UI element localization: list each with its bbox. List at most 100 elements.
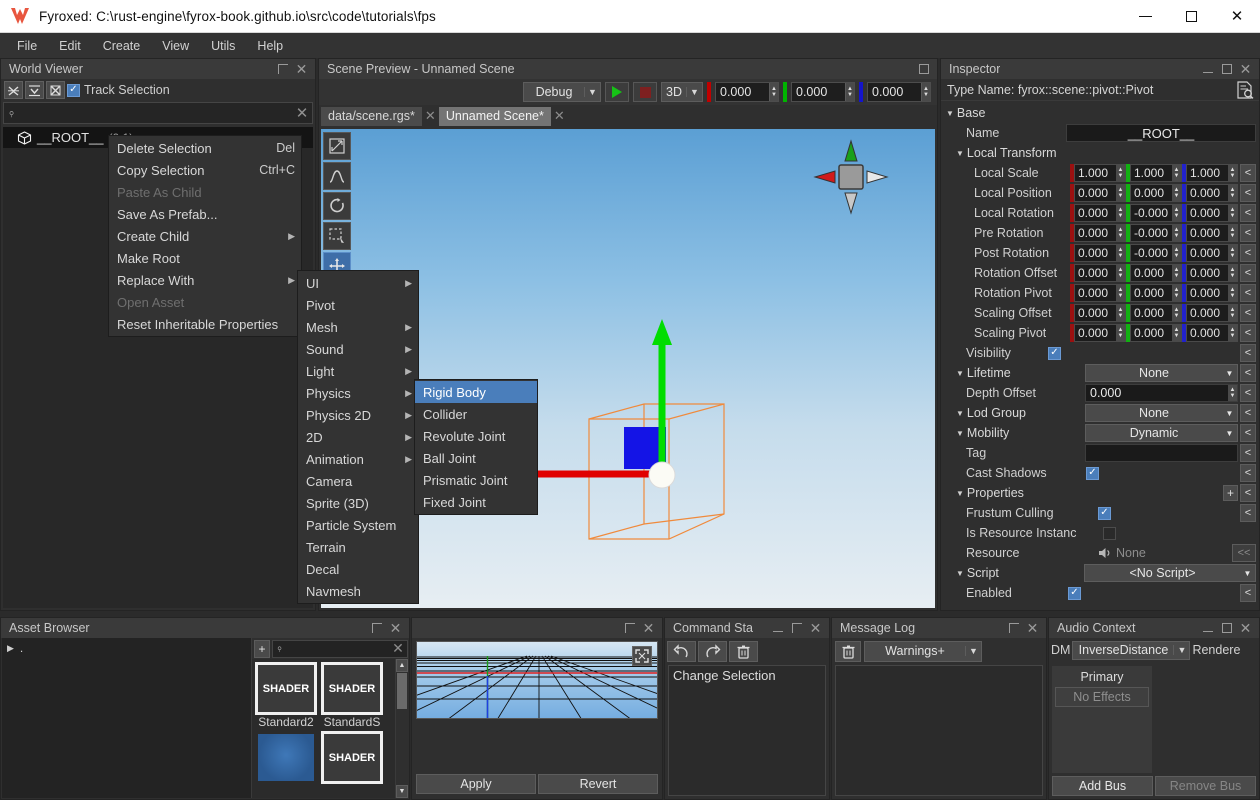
orientation-gizmo-icon[interactable] [811, 137, 891, 217]
redo-button[interactable] [698, 640, 727, 662]
clear-messages-button[interactable] [835, 640, 861, 662]
revert-button[interactable]: < [1240, 384, 1256, 402]
script-dropdown[interactable]: <No Script> ▼ [1084, 564, 1256, 582]
revert-button[interactable]: < [1240, 284, 1256, 302]
message-log-list[interactable] [835, 665, 1043, 796]
vec-x-input[interactable]: 1.000 ▲ ▼ [1074, 164, 1126, 182]
vec-z-input[interactable]: 0.000 ▲ ▼ [1186, 324, 1238, 342]
frustum-culling-checkbox[interactable]: ✓ [1098, 506, 1111, 520]
asset-search-input[interactable]: ⌕ ✕ [272, 639, 408, 658]
depth-offset-input[interactable]: 0.000 ▲ ▼ [1085, 384, 1238, 402]
group-mobility[interactable]: ▼ Mobility Dynamic ▼ < [942, 423, 1258, 443]
coord-x-field[interactable]: 0.000 ▲ ▼ [715, 82, 779, 102]
ctx-create-child[interactable]: Create Child ▶ [109, 225, 301, 247]
mobility-dropdown[interactable]: Dynamic ▼ [1085, 424, 1238, 442]
vec-x-input[interactable]: 0.000 ▲ ▼ [1074, 204, 1126, 222]
audio-context-close-button[interactable]: ✕ [1237, 620, 1254, 637]
submenu-item-ball-joint[interactable]: Ball Joint [415, 447, 537, 469]
locate-selection-button[interactable] [46, 81, 65, 99]
distance-model-dropdown[interactable]: InverseDistance ▼ [1072, 640, 1191, 660]
revert-button[interactable]: < [1240, 204, 1256, 222]
vec-y-input[interactable]: 0.000 ▲ ▼ [1130, 184, 1182, 202]
asset-browser-close-button[interactable]: ✕ [387, 620, 404, 637]
menu-create[interactable]: Create [92, 36, 152, 56]
command-stack-maximize-button[interactable] [788, 620, 805, 637]
scroll-up-icon[interactable]: ▲ [396, 659, 408, 672]
message-filter-dropdown[interactable]: Warnings+ ▼ [864, 640, 982, 662]
revert-button[interactable]: < [1240, 444, 1256, 462]
vec-y-input[interactable]: 0.000 ▲ ▼ [1130, 304, 1182, 322]
menu-edit[interactable]: Edit [48, 36, 92, 56]
group-lod-group[interactable]: ▼ Lod Group None ▼ < [942, 403, 1258, 423]
remove-bus-button[interactable]: Remove Bus [1155, 776, 1256, 796]
scene-tab-1[interactable]: Unnamed Scene* [438, 106, 551, 126]
revert-button[interactable]: < [1240, 364, 1256, 382]
menu-help[interactable]: Help [246, 36, 294, 56]
vec-z-input[interactable]: 0.000 ▲ ▼ [1186, 304, 1238, 322]
add-asset-button[interactable]: + [254, 639, 270, 658]
asset-item[interactable]: SHADER Standard2 [255, 662, 317, 729]
vec-z-input[interactable]: 0.000 ▲ ▼ [1186, 184, 1238, 202]
render-mode-dropdown[interactable]: Debug ▼ [523, 82, 601, 102]
vec-y-input[interactable]: -0.000 ▲ ▼ [1130, 224, 1182, 242]
revert-button[interactable]: < [1240, 504, 1256, 522]
scale-tool-button[interactable] [323, 162, 351, 190]
submenu-item-ui[interactable]: UI ▶ [298, 272, 418, 294]
select-rect-tool-button[interactable] [323, 222, 351, 250]
scene-tab-0[interactable]: data/scene.rgs* [321, 106, 422, 126]
rotate-tool-button[interactable] [323, 192, 351, 220]
audio-context-maximize-button[interactable] [1218, 620, 1235, 637]
vec-z-input[interactable]: 1.000 ▲ ▼ [1186, 164, 1238, 182]
group-lifetime[interactable]: ▼ Lifetime None ▼ < [942, 363, 1258, 383]
vec-x-input[interactable]: 0.000 ▲ ▼ [1074, 284, 1126, 302]
ctx-save-as-prefab[interactable]: Save As Prefab... [109, 203, 301, 225]
tag-input[interactable] [1085, 444, 1238, 462]
add-bus-button[interactable]: Add Bus [1052, 776, 1153, 796]
command-stack-close-button[interactable]: ✕ [807, 620, 824, 637]
revert-all-button[interactable]: << [1232, 544, 1256, 562]
group-script[interactable]: ▼ Script <No Script> ▼ [942, 563, 1258, 583]
vec-y-input[interactable]: 1.000 ▲ ▼ [1130, 164, 1182, 182]
window-minimize-button[interactable] [1122, 0, 1168, 33]
clear-command-stack-button[interactable] [729, 640, 758, 662]
asset-browser-maximize-button[interactable] [368, 620, 385, 637]
vec-y-input[interactable]: 0.000 ▲ ▼ [1130, 264, 1182, 282]
coord-y-field[interactable]: 0.000 ▲ ▼ [791, 82, 855, 102]
revert-button[interactable]: < [1240, 464, 1256, 482]
submenu-item-sprite-3d[interactable]: Sprite (3D) [298, 492, 418, 514]
submenu-item-rigid-body[interactable]: Rigid Body [415, 381, 537, 403]
asset-item[interactable]: SHADER StandardS [321, 662, 383, 729]
ctx-delete-selection[interactable]: Delete Selection Del [109, 137, 301, 159]
vec-y-input[interactable]: -0.000 ▲ ▼ [1130, 204, 1182, 222]
vec-x-input[interactable]: 0.000 ▲ ▼ [1074, 224, 1126, 242]
window-maximize-button[interactable] [1168, 0, 1214, 33]
revert-button[interactable]: < [1240, 424, 1256, 442]
revert-button[interactable]: < [1240, 304, 1256, 322]
asset-item[interactable] [255, 731, 317, 784]
message-log-close-button[interactable]: ✕ [1024, 620, 1041, 637]
vec-z-input[interactable]: 0.000 ▲ ▼ [1186, 224, 1238, 242]
scene-preview-maximize-button[interactable] [915, 61, 932, 78]
revert-button[interactable]: < [1240, 344, 1256, 362]
ctx-copy-selection[interactable]: Copy Selection Ctrl+C [109, 159, 301, 181]
name-input[interactable]: __ROOT__ [1066, 124, 1256, 142]
menu-file[interactable]: File [6, 36, 48, 56]
dimension-mode-dropdown[interactable]: 3D ▼ [661, 82, 703, 102]
scene-tab-0-close[interactable]: ✕ [423, 107, 438, 126]
submenu-item-sound[interactable]: Sound ▶ [298, 338, 418, 360]
fit-to-view-button[interactable] [632, 646, 652, 666]
message-log-maximize-button[interactable] [1005, 620, 1022, 637]
revert-button[interactable]: < [1240, 484, 1256, 502]
submenu-item-terrain[interactable]: Terrain [298, 536, 418, 558]
scrollbar-thumb[interactable] [397, 673, 407, 709]
stop-button[interactable] [633, 82, 657, 102]
scroll-down-icon[interactable]: ▼ [396, 785, 408, 798]
visibility-checkbox[interactable]: ✓ [1048, 346, 1061, 360]
submenu-item-2d[interactable]: 2D ▶ [298, 426, 418, 448]
submenu-item-mesh[interactable]: Mesh ▶ [298, 316, 418, 338]
vec-y-input[interactable]: 0.000 ▲ ▼ [1130, 324, 1182, 342]
command-stack-list[interactable]: Change Selection [668, 665, 826, 796]
inspector-maximize-button[interactable] [1218, 61, 1235, 78]
asset-grid[interactable]: SHADER Standard2 SHADER StandardS SHADER [252, 659, 408, 798]
submenu-item-revolute-joint[interactable]: Revolute Joint [415, 425, 537, 447]
